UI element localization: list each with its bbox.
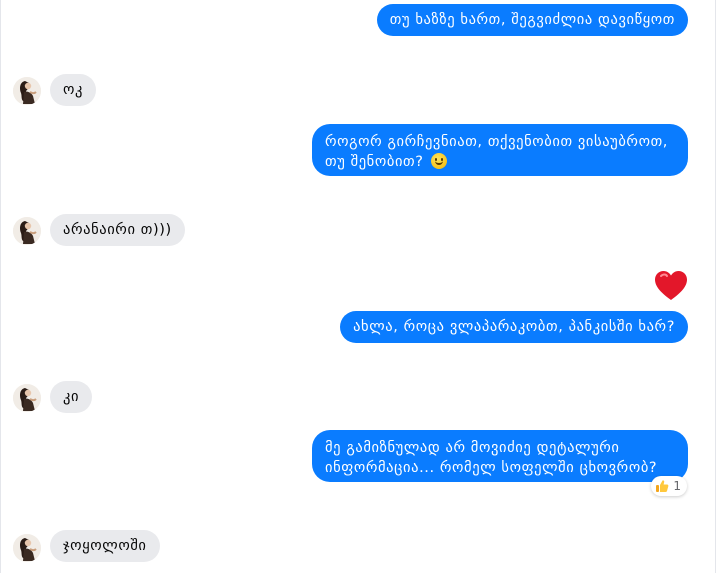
message-text: არანაირი თ))) [63,222,172,238]
outgoing-message[interactable]: როგორ გირჩევნიათ, თქვენობით ვისაუბროთ, თ… [312,124,688,176]
avatar[interactable] [13,384,41,412]
avatar[interactable] [13,77,41,105]
incoming-message[interactable]: ოკ [50,74,96,106]
reaction-badge[interactable]: 1 [651,476,687,496]
message-text: მე გამიზნულად არ მოვიძიე დეტალური ინფორმ… [325,440,658,476]
outgoing-message[interactable]: ახლა, როცა ვლაპარაკობთ, პანკისში ხარ? [340,311,688,343]
message-text: ოკ [63,82,83,98]
chat-thread: თუ ხაზზე ხართ, შეგვიძლია დავიწყოთ ოკ როგ… [0,0,716,573]
message-text: როგორ გირჩევნიათ, თქვენობით ვისაუბროთ, თ… [325,134,668,170]
heart-emoji-icon[interactable] [654,270,688,302]
avatar-photo-icon [13,217,41,245]
incoming-message[interactable]: არანაირი თ))) [50,214,185,246]
message-text: ახლა, როცა ვლაპარაკობთ, პანკისში ხარ? [353,319,675,335]
message-text: კი [63,389,80,405]
incoming-message[interactable]: კი [50,381,93,413]
avatar[interactable] [13,534,41,562]
avatar-photo-icon [13,534,41,562]
message-text: თუ ხაზზე ხართ, შეგვიძლია დავიწყოთ [389,12,675,28]
smile-emoji-icon [430,153,447,169]
incoming-message[interactable]: ჯოყოლოში [50,530,160,562]
outgoing-message[interactable]: თუ ხაზზე ხართ, შეგვიძლია დავიწყოთ [376,4,688,36]
thumbs-up-icon [656,480,669,492]
avatar-photo-icon [13,384,41,412]
outgoing-message[interactable]: მე გამიზნულად არ მოვიძიე დეტალური ინფორმ… [312,430,688,482]
avatar[interactable] [13,217,41,245]
avatar-photo-icon [13,77,41,105]
reaction-count: 1 [673,479,681,493]
message-text: ჯოყოლოში [63,538,147,554]
